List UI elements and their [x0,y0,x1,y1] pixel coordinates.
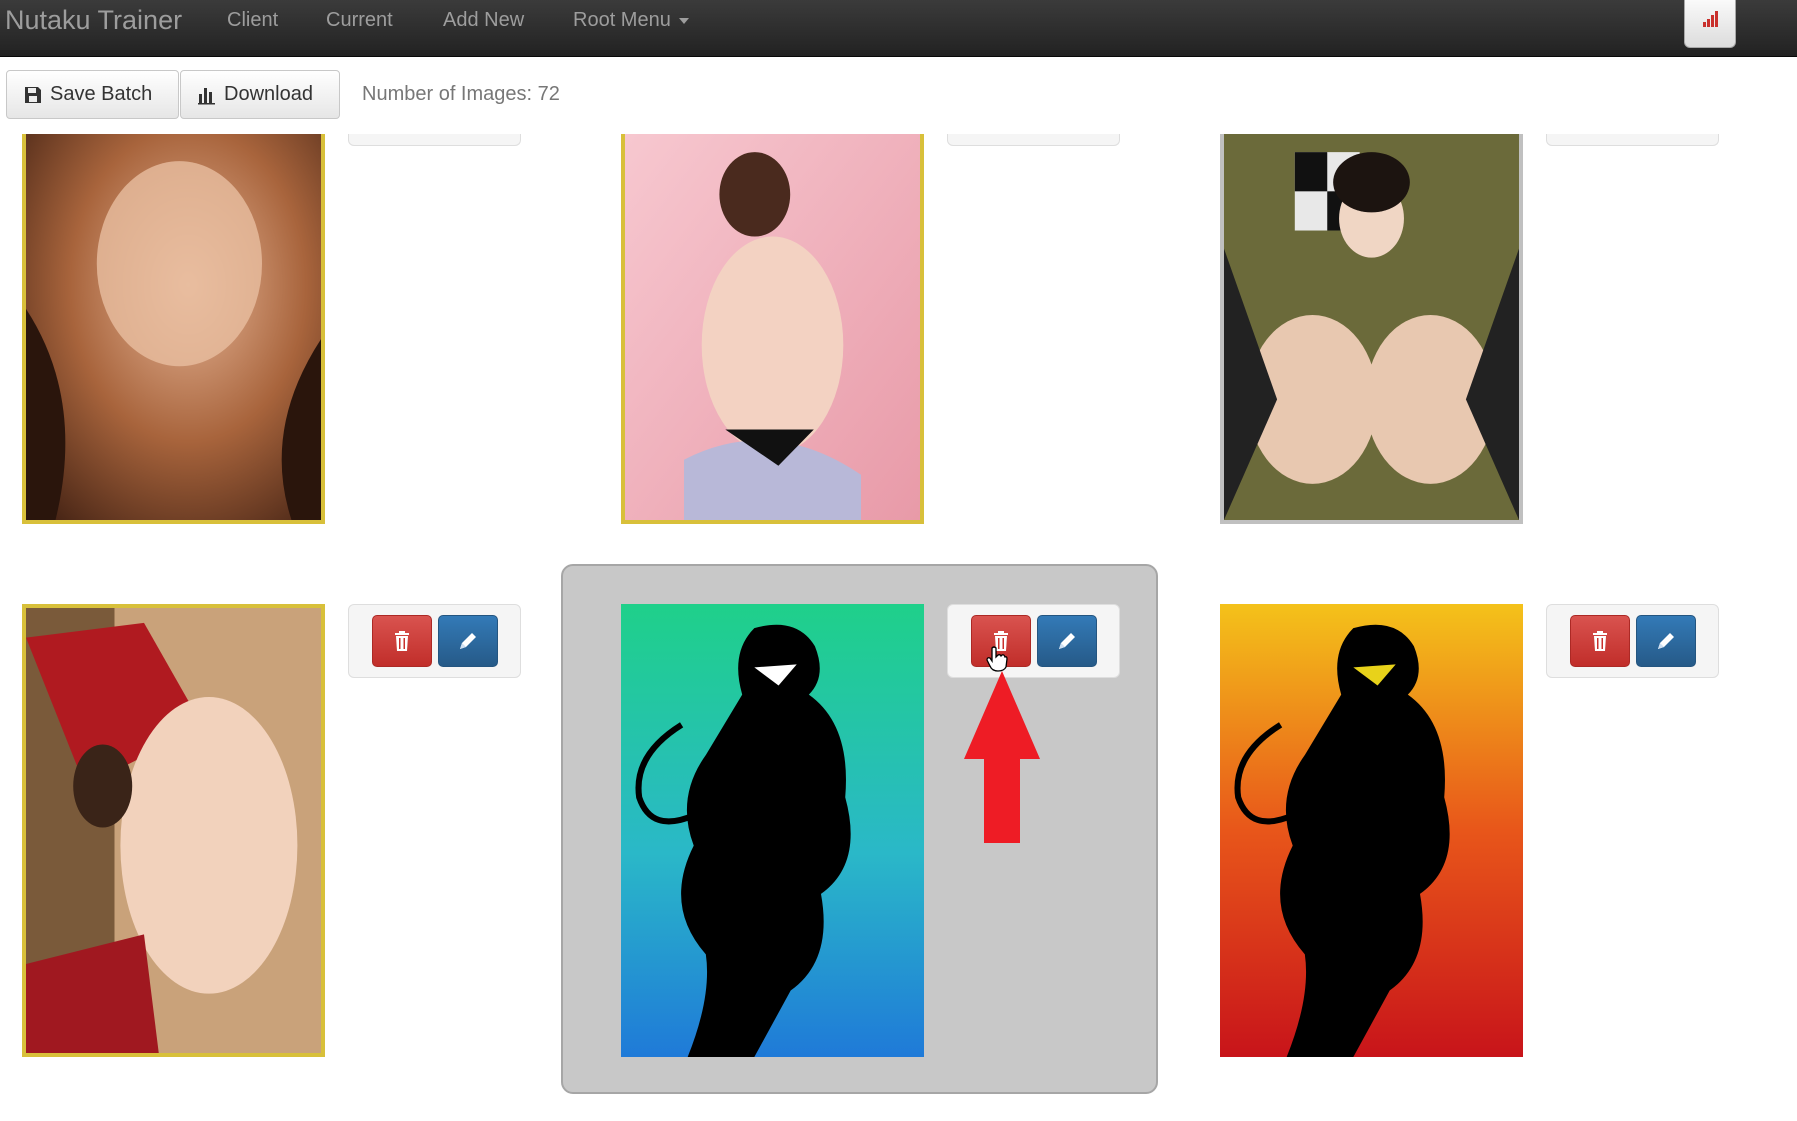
delete-button[interactable] [372,615,432,667]
image-card-selected[interactable] [621,604,924,1057]
image-card[interactable] [22,134,325,524]
card-image [1220,604,1523,1057]
nav-current[interactable]: Current [326,9,393,32]
card-image [1224,134,1519,520]
delete-button[interactable] [1570,615,1630,667]
image-gallery [0,134,1797,1121]
edit-button[interactable] [1037,615,1097,667]
annotation-arrow-icon [964,671,1040,843]
bar-chart-icon [198,87,215,104]
card-image [26,608,321,1053]
save-icon [25,86,41,103]
toolbar: Save Batch Download Number of Images: 72 [0,57,1797,134]
card-actions [1546,604,1719,678]
edit-button[interactable] [1636,615,1696,667]
image-card[interactable] [1220,604,1523,1057]
image-card[interactable] [1220,134,1523,524]
card-actions-collapsed [1546,134,1719,146]
card-image [625,134,920,520]
top-navbar: Nutaku Trainer Client Current Add New Ro… [0,0,1797,57]
brand-title[interactable]: Nutaku Trainer [5,5,182,36]
nav-add-new[interactable]: Add New [443,9,524,32]
signal-bars-icon [1703,11,1718,27]
signal-button[interactable] [1684,0,1736,48]
pencil-icon [1658,633,1674,649]
hand-cursor-icon [986,646,1008,672]
trash-icon [395,631,409,651]
image-count: Number of Images: 72 [362,83,560,105]
download-label: Download [224,83,313,105]
card-image [621,604,924,1057]
card-actions [348,604,521,678]
nav-root-menu[interactable]: Root Menu [573,9,689,32]
pencil-icon [1059,633,1075,649]
chevron-down-icon [678,17,689,24]
pencil-icon [460,633,476,649]
image-card[interactable] [621,134,924,524]
trash-icon [1593,631,1607,651]
download-button[interactable]: Download [180,70,340,119]
edit-button[interactable] [438,615,498,667]
card-image [26,134,321,520]
save-batch-button[interactable]: Save Batch [6,70,179,119]
nav-root-menu-label: Root Menu [573,9,671,31]
card-actions-collapsed [947,134,1120,146]
image-card[interactable] [22,604,325,1057]
save-batch-label: Save Batch [50,83,153,105]
card-actions-collapsed [348,134,521,146]
card-actions [947,604,1120,678]
nav-client[interactable]: Client [227,9,278,32]
